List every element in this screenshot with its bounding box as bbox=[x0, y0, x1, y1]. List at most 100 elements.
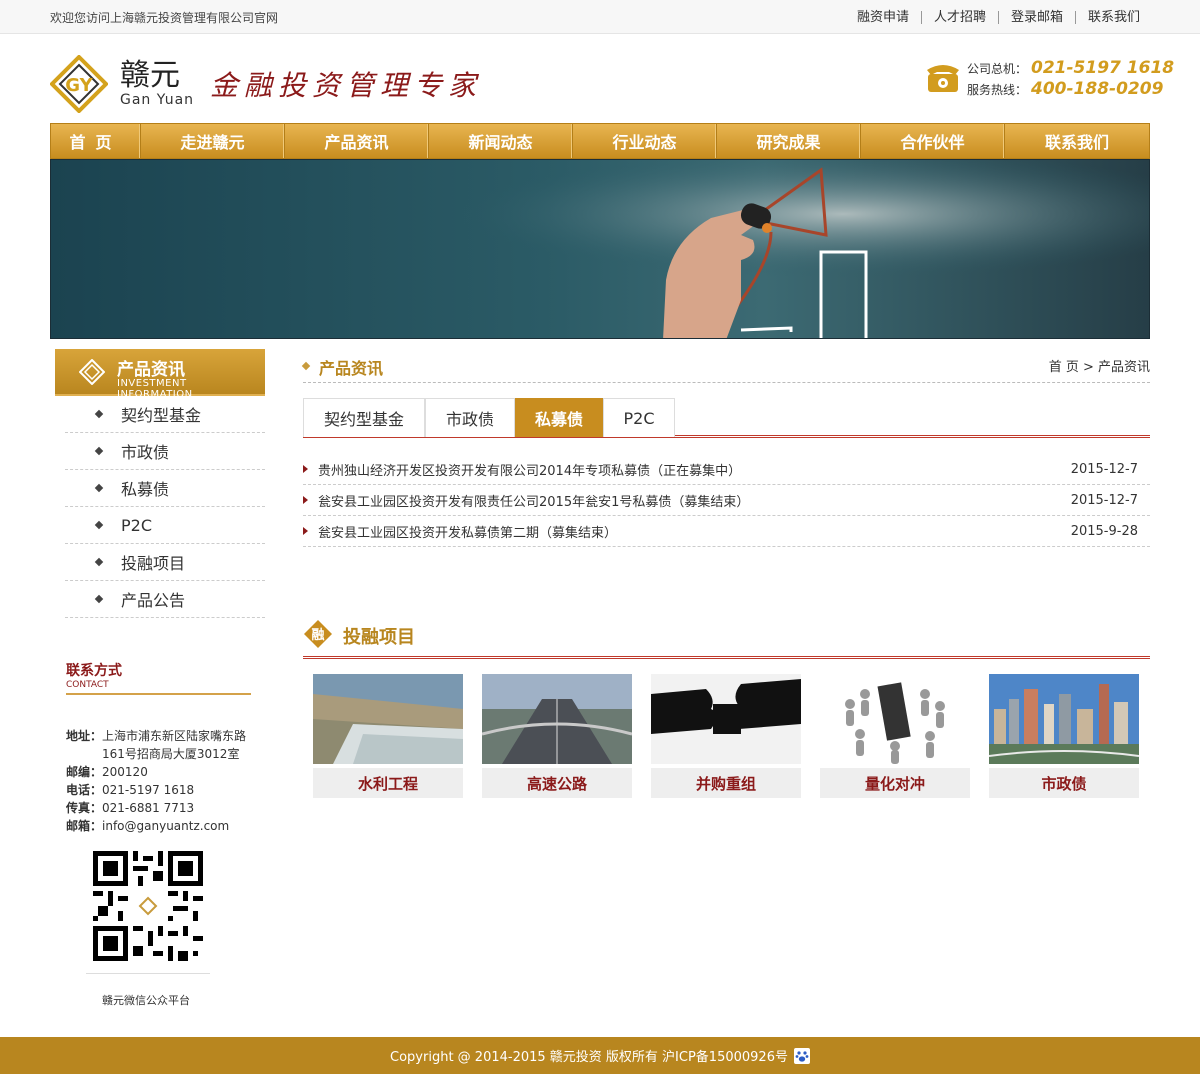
address-line-2: 161号招商局大厦3012室 bbox=[102, 747, 240, 761]
project-image-water bbox=[313, 674, 463, 764]
news-title[interactable]: 瓮安县工业园区投资开发私募债第二期（募集结束） bbox=[318, 522, 1071, 541]
zip-label: 邮编： bbox=[66, 765, 103, 779]
logo[interactable]: GY 赣元 Gan Yuan bbox=[50, 54, 200, 114]
bullet-icon bbox=[94, 446, 104, 456]
fax-value: 021-6881 7713 bbox=[102, 801, 195, 815]
project-card-highway[interactable]: 高速公路 bbox=[481, 674, 633, 798]
nav-research[interactable]: 研究成果 bbox=[717, 124, 861, 158]
sidebar-subtitle: INVESTMENT INFORMATION bbox=[117, 378, 193, 400]
sidebar: 产品资讯 INVESTMENT INFORMATION 契约型基金 市政债 私募… bbox=[55, 349, 265, 1008]
qr-caption: 赣元微信公众平台 bbox=[102, 994, 190, 1007]
sidebar-item-investment-projects[interactable]: 投融项目 bbox=[65, 544, 265, 581]
project-label: 量化对冲 bbox=[820, 768, 970, 798]
project-card-merger[interactable]: 并购重组 bbox=[651, 674, 801, 798]
contact-block: 联系方式 CONTACT 地址：上海市浦东新区陆家嘴东路 161号招商局大厦30… bbox=[66, 660, 251, 1008]
section-title: 产品资讯 bbox=[319, 359, 384, 378]
project-label: 高速公路 bbox=[482, 768, 632, 798]
bullet-icon bbox=[94, 520, 104, 530]
sidebar-item-label: 投融项目 bbox=[121, 554, 186, 573]
nav-contact[interactable]: 联系我们 bbox=[1005, 124, 1149, 158]
telephone-icon bbox=[927, 65, 959, 92]
address-label: 地址： bbox=[66, 729, 103, 743]
nav-partners[interactable]: 合作伙伴 bbox=[861, 124, 1005, 158]
sidebar-item-label: 市政债 bbox=[121, 443, 170, 462]
breadcrumb[interactable]: 首 页 > 产品资讯 bbox=[1049, 356, 1150, 375]
project-image-merger bbox=[651, 674, 801, 764]
sidebar-item-product-notices[interactable]: 产品公告 bbox=[65, 581, 265, 618]
email-value[interactable]: info@ganyuantz.com bbox=[102, 819, 229, 833]
list-item[interactable]: 瓮安县工业园区投资开发有限责任公司2015年瓮安1号私募债（募集结束） 2015… bbox=[303, 485, 1150, 516]
link-contact-us[interactable]: 联系我们 bbox=[1076, 11, 1150, 24]
project-label: 水利工程 bbox=[313, 768, 463, 798]
nav-products[interactable]: 产品资讯 bbox=[285, 124, 429, 158]
list-item[interactable]: 瓮安县工业园区投资开发私募债第二期（募集结束） 2015-9-28 bbox=[303, 516, 1150, 547]
project-card-water[interactable]: 水利工程 bbox=[313, 674, 463, 798]
top-bar: 欢迎您访问上海赣元投资管理有限公司官网 融资申请 人才招聘 登录邮箱 联系我们 bbox=[0, 0, 1200, 34]
project-image-quant bbox=[820, 674, 970, 764]
section-header: 产品资讯 首 页 > 产品资讯 bbox=[301, 349, 1150, 383]
tab-p2c[interactable]: P2C bbox=[603, 398, 675, 437]
sidebar-item-label: 产品公告 bbox=[121, 591, 186, 610]
news-title[interactable]: 贵州独山经济开发区投资开发有限公司2014年专项私募债（正在募集中） bbox=[318, 460, 1071, 479]
project-label: 并购重组 bbox=[651, 768, 801, 798]
tab-private-bond[interactable]: 私募债 bbox=[515, 398, 603, 437]
hotline-service-number: 400-188-0209 bbox=[1031, 79, 1164, 99]
project-card-quant[interactable]: 量化对冲 bbox=[820, 674, 970, 798]
top-links: 融资申请 人才招聘 登录邮箱 联系我们 bbox=[845, 10, 1150, 24]
hotline-label-service: 服务热线： bbox=[967, 83, 1028, 97]
hero-banner bbox=[50, 159, 1150, 339]
projects-title: 投融项目 bbox=[343, 627, 415, 648]
list-item[interactable]: 贵州独山经济开发区投资开发有限公司2014年专项私募债（正在募集中） 2015-… bbox=[303, 454, 1150, 485]
sidebar-title: 产品资讯 bbox=[117, 360, 185, 380]
news-date: 2015-9-28 bbox=[1070, 523, 1138, 539]
tab-municipal-bond[interactable]: 市政债 bbox=[425, 398, 515, 437]
nav-home[interactable]: 首页 bbox=[51, 124, 141, 158]
sidebar-item-label: 私募债 bbox=[121, 480, 170, 499]
paw-icon[interactable] bbox=[793, 1047, 810, 1064]
footer: Copyright @ 2014-2015 赣元投资 版权所有 沪ICP备150… bbox=[0, 1037, 1200, 1074]
contact-title: 联系方式 bbox=[66, 663, 122, 679]
arrow-right-icon bbox=[303, 496, 308, 504]
sidebar-item-label: 契约型基金 bbox=[121, 406, 202, 425]
sidebar-item-municipal-bond[interactable]: 市政债 bbox=[65, 433, 265, 470]
fax-label: 传真： bbox=[66, 801, 103, 815]
project-image-highway bbox=[481, 674, 633, 764]
logo-mark-icon: GY bbox=[50, 55, 108, 113]
slogan: 金融投资管理专家 bbox=[210, 69, 483, 102]
projects-badge-icon: 融 bbox=[304, 620, 332, 648]
svg-text:GY: GY bbox=[65, 75, 93, 96]
news-date: 2015-12-7 bbox=[1070, 492, 1138, 508]
nav-about[interactable]: 走进赣元 bbox=[141, 124, 285, 158]
project-card-municipal[interactable]: 市政债 bbox=[988, 674, 1140, 798]
sidebar-item-private-bond[interactable]: 私募债 bbox=[65, 470, 265, 507]
sidebar-item-contract-fund[interactable]: 契约型基金 bbox=[65, 396, 265, 433]
main-area: 产品资讯 INVESTMENT INFORMATION 契约型基金 市政债 私募… bbox=[50, 349, 1150, 1037]
nav-news[interactable]: 新闻动态 bbox=[429, 124, 573, 158]
link-financing-apply[interactable]: 融资申请 bbox=[845, 10, 922, 24]
tab-contract-fund[interactable]: 契约型基金 bbox=[303, 398, 425, 437]
qr-code-wrap bbox=[86, 851, 210, 974]
bullet-icon bbox=[94, 409, 104, 419]
contact-subtitle: CONTACT bbox=[66, 680, 109, 690]
news-list: 贵州独山经济开发区投资开发有限公司2014年专项私募债（正在募集中） 2015-… bbox=[303, 454, 1150, 547]
phone-value: 021-5197 1618 bbox=[102, 783, 195, 797]
zip-value: 200120 bbox=[102, 765, 148, 779]
section-bullet-icon bbox=[301, 361, 311, 371]
sidebar-logo-icon bbox=[79, 359, 105, 385]
content: 产品资讯 首 页 > 产品资讯 契约型基金 市政债 私募债 P2C 贵州独山经济… bbox=[301, 349, 1150, 798]
link-careers[interactable]: 人才招聘 bbox=[922, 10, 999, 24]
bullet-icon bbox=[94, 594, 104, 604]
banner-illustration bbox=[51, 160, 1149, 338]
email-label: 邮箱： bbox=[66, 819, 103, 833]
project-label: 市政债 bbox=[989, 768, 1139, 798]
news-title[interactable]: 瓮安县工业园区投资开发有限责任公司2015年瓮安1号私募债（募集结束） bbox=[318, 491, 1071, 510]
arrow-right-icon bbox=[303, 527, 308, 535]
nav-industry[interactable]: 行业动态 bbox=[573, 124, 717, 158]
projects-header: 融 投融项目 bbox=[303, 617, 1150, 659]
sidebar-item-p2c[interactable]: P2C bbox=[65, 507, 265, 544]
project-image-municipal bbox=[988, 674, 1140, 764]
sidebar-menu: 契约型基金 市政债 私募债 P2C 投融项目 产品公告 bbox=[55, 396, 265, 618]
logo-chinese: 赣元 bbox=[120, 58, 180, 93]
copyright-text: Copyright @ 2014-2015 赣元投资 版权所有 沪ICP备150… bbox=[390, 1050, 788, 1065]
link-email-login[interactable]: 登录邮箱 bbox=[999, 10, 1076, 24]
